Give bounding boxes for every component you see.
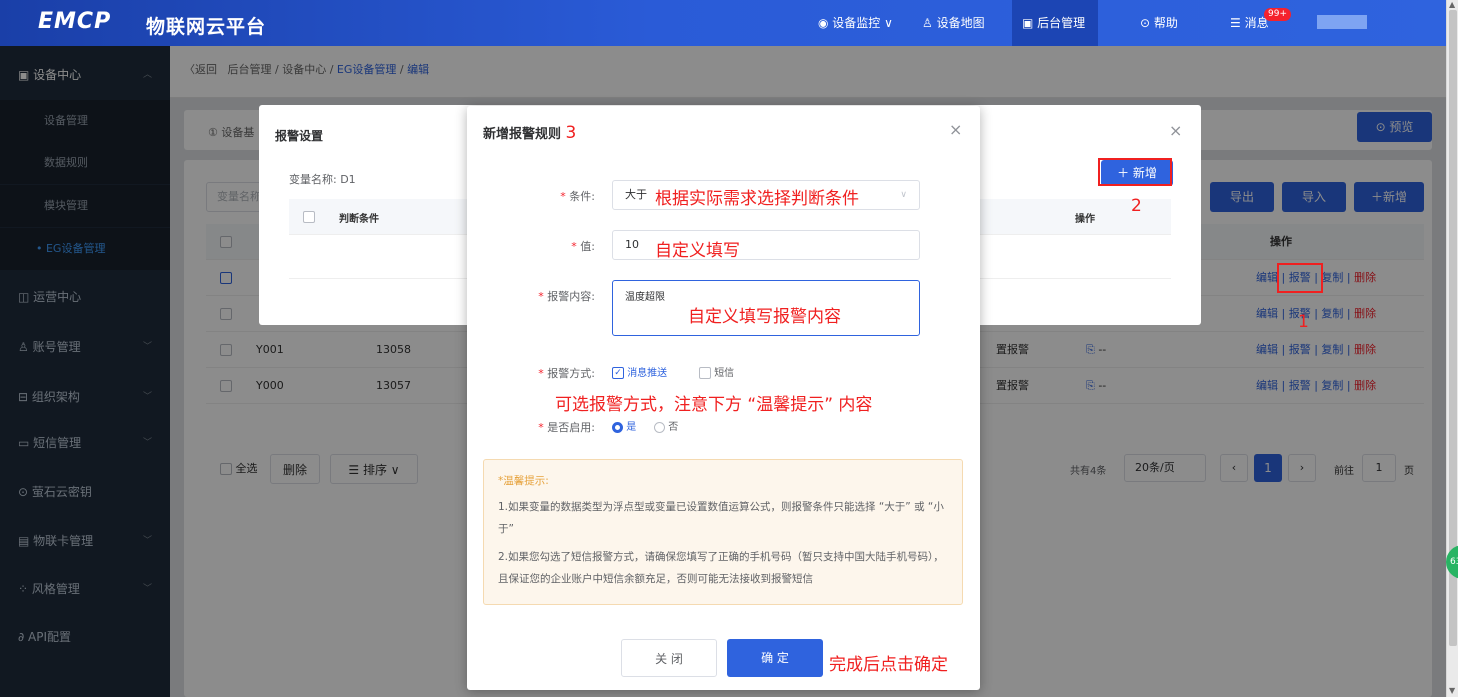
logo: EMCP	[38, 9, 112, 34]
user-avatar[interactable]	[1317, 15, 1367, 29]
alarm-settings-title: 报警设置	[275, 129, 324, 143]
scroll-up-icon[interactable]: ▲	[1449, 0, 1455, 9]
chevron-down-icon: ∨	[900, 190, 907, 200]
condition-value: 大于	[625, 188, 647, 201]
tip-item-2: 2.如果您勾选了短信报警方式，请确保您填写了正确的手机号码（暂只支持中国大陆手机…	[498, 551, 944, 585]
top-bar: EMCP 物联网云平台 ◉ 设备监控 ∨ ♙ 设备地图 ▣ 后台管理 ⊙ 帮助 …	[0, 0, 1446, 46]
nav-backend[interactable]: ▣ 后台管理	[1012, 0, 1098, 46]
close-icon[interactable]: ×	[1169, 121, 1182, 140]
message-label: ☰ 消息	[1230, 16, 1269, 30]
nav-device-map[interactable]: ♙ 设备地图	[912, 0, 995, 46]
condition-label: * 条件:	[560, 190, 595, 203]
nav-help[interactable]: ⊙ 帮助	[1130, 0, 1188, 46]
push-label: 消息推送	[627, 368, 668, 379]
platform-title: 物联网云平台	[146, 16, 267, 38]
condition-label-text: 条件:	[569, 190, 595, 203]
annotation-2: 2	[1131, 196, 1142, 216]
value-label-text: 值:	[580, 240, 595, 253]
dialog-title-text: 新增报警规则	[483, 127, 562, 142]
annotation-condition: 根据实际需求选择判断条件	[655, 189, 859, 209]
annotation-ok: 完成后点击确定	[829, 655, 948, 675]
content-label: * 报警内容:	[538, 290, 595, 303]
method-label-text: 报警方式:	[547, 367, 595, 380]
dialog-title: 新增报警规则 3	[483, 123, 576, 143]
yes-radio[interactable]	[612, 421, 623, 433]
annotation-method: 可选报警方式，注意下方 “温馨提示” 内容	[555, 395, 873, 415]
confirm-button[interactable]: 确 定	[727, 639, 823, 677]
annotation-3: 3	[565, 123, 577, 143]
close-button[interactable]: 关 闭	[621, 639, 717, 677]
method-sms-option[interactable]: 短信	[699, 364, 734, 379]
content-label-text: 报警内容:	[547, 290, 595, 303]
tip-title: *温馨提示:	[498, 475, 549, 487]
enabled-label: * 是否启用:	[538, 421, 595, 434]
sms-label: 短信	[714, 368, 735, 379]
no-label: 否	[668, 422, 679, 433]
scroll-down-icon[interactable]: ▼	[1449, 686, 1455, 695]
method-label: * 报警方式:	[538, 367, 595, 380]
method-push-option[interactable]: ✓ 消息推送	[612, 364, 667, 379]
push-checkbox[interactable]: ✓	[612, 367, 624, 379]
yes-label: 是	[626, 422, 637, 433]
annotation-box-alarm	[1277, 263, 1323, 293]
value-label: * 值:	[571, 240, 595, 253]
sms-checkbox[interactable]	[699, 367, 711, 379]
enabled-yes-option[interactable]: 是	[612, 418, 636, 433]
tip-item-1: 1.如果变量的数据类型为浮点型或变量已设置数值运算公式，则报警条件只能选择 “大…	[498, 501, 944, 535]
condition-header: 判断条件	[339, 214, 379, 225]
close-icon[interactable]: ×	[949, 120, 962, 139]
annotation-value: 自定义填写	[655, 241, 740, 261]
annotation-1: 1	[1298, 312, 1309, 332]
annotation-box-add	[1098, 158, 1172, 186]
vertical-scrollbar[interactable]: ▲ ▼	[1446, 0, 1458, 697]
rules-select-all[interactable]	[303, 211, 315, 223]
message-badge: 99+	[1264, 8, 1291, 21]
rules-ops-header: 操作	[1075, 214, 1095, 225]
no-radio[interactable]	[654, 421, 665, 433]
variable-name: 变量名称: D1	[289, 173, 356, 186]
annotation-content: 自定义填写报警内容	[688, 307, 841, 327]
warm-tip: *温馨提示: 1.如果变量的数据类型为浮点型或变量已设置数值运算公式，则报警条件…	[483, 459, 963, 605]
nav-device-monitor[interactable]: ◉ 设备监控 ∨	[808, 0, 903, 46]
nav-messages[interactable]: ☰ 消息 99+	[1220, 0, 1291, 46]
enabled-label-text: 是否启用:	[547, 421, 595, 434]
enabled-no-option[interactable]: 否	[654, 418, 678, 433]
